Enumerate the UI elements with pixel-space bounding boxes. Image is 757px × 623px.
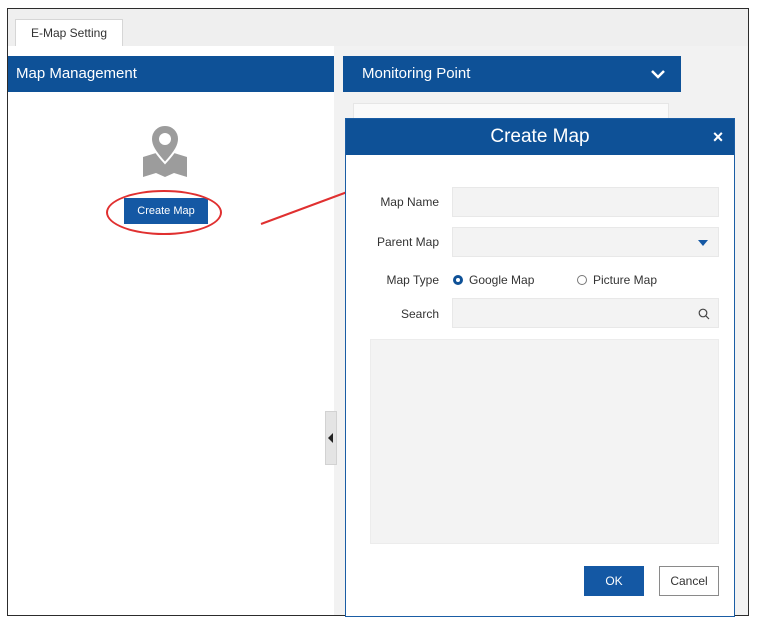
highlight-annotation	[106, 190, 222, 235]
map-management-header: Map Management	[8, 56, 334, 92]
dialog-title: Create Map	[490, 126, 590, 147]
search-icon[interactable]	[698, 308, 710, 320]
map-name-label: Map Name	[380, 195, 439, 209]
caret-down-icon	[698, 240, 708, 246]
close-icon[interactable]: ×	[707, 119, 729, 155]
collapse-left-icon	[328, 433, 333, 443]
dialog-header: Create Map ×	[346, 119, 734, 155]
map-preview-area[interactable]	[370, 339, 719, 544]
parent-map-select[interactable]	[452, 227, 719, 257]
panel-collapse-handle[interactable]	[325, 411, 337, 465]
monitoring-point-header[interactable]: Monitoring Point	[343, 56, 681, 92]
radio-google-map[interactable]: Google Map	[453, 270, 534, 290]
tab-emap-setting[interactable]: E-Map Setting	[15, 19, 123, 46]
monitoring-point-title: Monitoring Point	[362, 65, 471, 82]
map-type-label: Map Type	[386, 273, 439, 287]
search-label: Search	[400, 307, 439, 321]
search-input[interactable]	[453, 299, 694, 327]
radio-picture-map-label: Picture Map	[593, 273, 658, 287]
radio-picture-map[interactable]: Picture Map	[577, 270, 657, 290]
radio-unselected-icon	[577, 275, 587, 285]
chevron-down-icon[interactable]	[650, 68, 666, 80]
radio-google-map-label: Google Map	[469, 273, 535, 287]
map-name-input[interactable]	[452, 187, 719, 217]
radio-selected-icon	[453, 275, 463, 285]
cancel-button[interactable]: Cancel	[659, 566, 719, 596]
tab-bar: E-Map Setting	[8, 9, 748, 46]
parent-map-label: Parent Map	[376, 235, 439, 249]
create-map-dialog: Create Map × Map Name Parent Map Map Typ…	[345, 118, 735, 617]
search-field	[452, 298, 719, 328]
emap-window: E-Map Setting Map Management Create Map …	[7, 8, 749, 617]
map-pin-icon	[143, 123, 187, 177]
ok-button[interactable]: OK	[584, 566, 644, 596]
